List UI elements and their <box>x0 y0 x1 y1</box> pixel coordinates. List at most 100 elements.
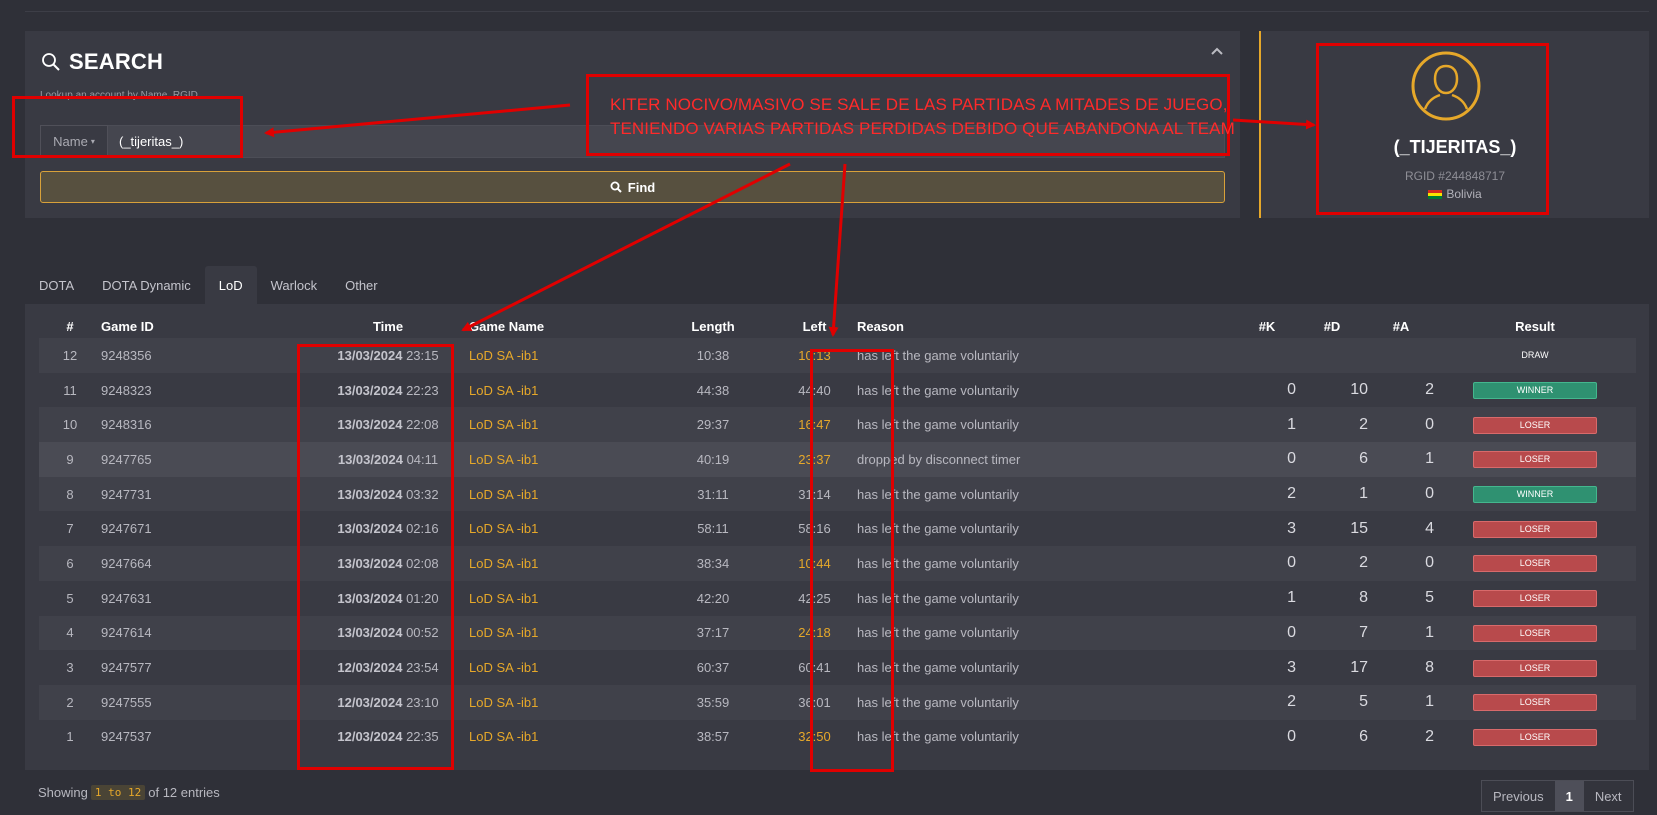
col-header-reason[interactable]: Reason <box>857 315 1238 338</box>
find-button-label: Find <box>627 179 656 195</box>
col-header-game-name[interactable]: Game Name <box>469 315 654 338</box>
cell-index: 5 <box>66 590 74 606</box>
game-name-link[interactable]: LoD SA -ib1 <box>469 417 538 432</box>
cell-assists: 8 <box>1425 658 1434 676</box>
cell-result: LOSER <box>1434 685 1636 720</box>
game-name-link[interactable]: LoD SA -ib1 <box>469 729 538 744</box>
cell-reason: has left the game voluntarily <box>857 694 1019 710</box>
col-header-assists[interactable]: #A <box>1368 315 1434 338</box>
page-1-button[interactable]: 1 <box>1554 781 1584 811</box>
cell-result: LOSER <box>1434 442 1636 477</box>
annotation-box-left-column <box>810 349 894 772</box>
result-badge: LOSER <box>1473 694 1597 712</box>
game-name-link[interactable]: LoD SA -ib1 <box>469 452 538 467</box>
table-header-row: # Game ID Time Game Name Length Left Rea… <box>39 315 1636 338</box>
showing-suffix: of 12 entries <box>148 785 220 800</box>
col-header-result[interactable]: Result <box>1434 315 1636 338</box>
cell-length: 37:17 <box>696 625 730 641</box>
cell-assists: 5 <box>1425 589 1434 607</box>
cell-game-id: 9247731 <box>101 486 152 502</box>
game-name-link[interactable]: LoD SA -ib1 <box>469 660 538 675</box>
cell-kills: 3 <box>1287 658 1296 676</box>
col-header-deaths[interactable]: #D <box>1296 315 1368 338</box>
col-header-time[interactable]: Time <box>307 315 469 338</box>
game-name-link[interactable]: LoD SA -ib1 <box>469 383 538 398</box>
tab-dota[interactable]: DOTA <box>25 266 88 304</box>
cell-result: LOSER <box>1434 720 1636 755</box>
next-page-button[interactable]: Next <box>1583 781 1633 811</box>
top-divider <box>25 11 1649 12</box>
cell-reason: has left the game voluntarily <box>857 660 1019 676</box>
cell-deaths: 1 <box>1359 485 1368 503</box>
game-name-link[interactable]: LoD SA -ib1 <box>469 521 538 536</box>
result-badge: WINNER <box>1473 382 1597 400</box>
tab-warlock[interactable]: Warlock <box>257 266 331 304</box>
cell-kills: 0 <box>1287 727 1296 745</box>
result-badge: WINNER <box>1473 486 1597 504</box>
cell-game-name: LoD SA -ib1 <box>469 511 654 546</box>
cell-kills: 0 <box>1287 554 1296 572</box>
cell-length: 31:11 <box>697 486 729 502</box>
cell-index: 9 <box>66 451 74 467</box>
col-header-kills[interactable]: #K <box>1238 315 1296 338</box>
cell-game-name: LoD SA -ib1 <box>469 338 654 373</box>
cell-deaths: 6 <box>1359 727 1368 745</box>
cell-reason: has left the game voluntarily <box>857 625 1019 641</box>
annotation-message: KITER NOCIVO/MASIVO SE SALE DE LAS PARTI… <box>610 93 1235 141</box>
col-header-left[interactable]: Left <box>772 315 857 338</box>
cell-result: LOSER <box>1434 581 1636 616</box>
col-header-game-id[interactable]: Game ID <box>101 315 307 338</box>
cell-kills: 0 <box>1287 381 1296 399</box>
result-badge: LOSER <box>1473 659 1597 677</box>
cell-game-id: 9247614 <box>101 625 152 641</box>
search-header: SEARCH <box>41 49 163 75</box>
collapse-chevron-icon[interactable] <box>1210 43 1224 61</box>
cell-index: 8 <box>66 486 74 502</box>
cell-assists: 2 <box>1425 381 1434 399</box>
cell-length: 38:57 <box>696 729 730 745</box>
game-name-link[interactable]: LoD SA -ib1 <box>469 625 538 640</box>
cell-length: 40:19 <box>696 451 730 467</box>
search-icon <box>42 53 60 71</box>
tab-lod[interactable]: LoD <box>204 266 257 304</box>
tab-dota-dynamic[interactable]: DOTA Dynamic <box>88 266 205 304</box>
previous-page-button[interactable]: Previous <box>1482 781 1555 811</box>
showing-entries: Showing 1 to 12 of 12 entries <box>38 785 220 800</box>
game-name-link[interactable]: LoD SA -ib1 <box>469 591 538 606</box>
annotation-line-2: TENIENDO VARIAS PARTIDAS PERDIDAS DEBIDO… <box>610 119 1235 138</box>
pagination: Previous 1 Next <box>1481 780 1634 812</box>
cell-deaths: 8 <box>1359 589 1368 607</box>
cell-result: WINNER <box>1434 477 1636 512</box>
cell-index: 12 <box>62 347 78 363</box>
result-badge: LOSER <box>1473 728 1597 746</box>
cell-index: 10 <box>62 417 78 433</box>
cell-game-name: LoD SA -ib1 <box>469 720 654 755</box>
cell-index: 3 <box>66 660 74 676</box>
cell-assists: 0 <box>1425 554 1434 572</box>
col-header-length[interactable]: Length <box>654 315 772 338</box>
annotation-box-search-name <box>12 96 243 158</box>
cell-result: LOSER <box>1434 511 1636 546</box>
find-button[interactable]: Find <box>40 171 1225 203</box>
cell-game-name: LoD SA -ib1 <box>469 373 654 408</box>
cell-index: 11 <box>63 382 77 398</box>
cell-deaths: 10 <box>1350 381 1368 399</box>
cell-kills: 2 <box>1287 693 1296 711</box>
cell-game-name: LoD SA -ib1 <box>469 685 654 720</box>
cell-game-id: 9247555 <box>101 694 152 710</box>
tab-other[interactable]: Other <box>331 266 392 304</box>
game-name-link[interactable]: LoD SA -ib1 <box>469 556 538 571</box>
search-icon <box>610 181 622 193</box>
cell-length: 58:11 <box>697 521 729 537</box>
cell-reason: has left the game voluntarily <box>857 590 1019 606</box>
game-name-link[interactable]: LoD SA -ib1 <box>469 348 538 363</box>
cell-game-name: LoD SA -ib1 <box>469 442 654 477</box>
game-name-link[interactable]: LoD SA -ib1 <box>469 487 538 502</box>
cell-reason: has left the game voluntarily <box>857 521 1019 537</box>
col-header-index[interactable]: # <box>39 315 101 338</box>
cell-index: 7 <box>66 521 74 537</box>
cell-reason: has left the game voluntarily <box>857 347 1019 363</box>
cell-length: 42:20 <box>696 590 730 606</box>
cell-game-id: 9248316 <box>101 417 152 433</box>
game-name-link[interactable]: LoD SA -ib1 <box>469 695 538 710</box>
